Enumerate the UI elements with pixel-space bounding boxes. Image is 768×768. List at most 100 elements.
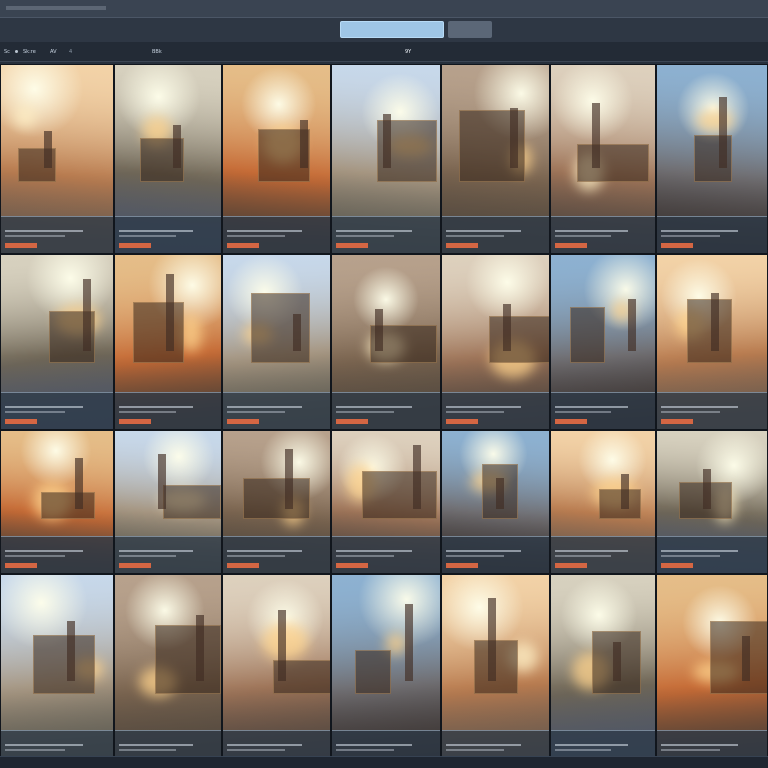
- caption-line: [119, 550, 194, 552]
- tile-caption-panel: [332, 536, 440, 573]
- filter-chip-3[interactable]: AV: [50, 48, 66, 56]
- tile-caption-panel: [1, 536, 113, 573]
- caption-line: [336, 749, 395, 751]
- gallery-tile[interactable]: [222, 64, 331, 254]
- gallery-tile[interactable]: [441, 574, 550, 768]
- tile-tag[interactable]: [446, 563, 478, 568]
- tile-tag[interactable]: [119, 243, 151, 248]
- tile-tag[interactable]: [227, 563, 259, 568]
- gallery-tile[interactable]: [550, 574, 656, 768]
- gallery-tile[interactable]: [656, 430, 768, 574]
- tower-silhouette: [277, 609, 286, 681]
- tile-tag[interactable]: [119, 563, 151, 568]
- tile-caption-panel: [332, 216, 440, 253]
- tile-tag[interactable]: [227, 419, 259, 424]
- tile-caption: [555, 541, 651, 547]
- tile-tag[interactable]: [5, 419, 37, 424]
- tile-tag[interactable]: [661, 243, 693, 248]
- caption-line: [555, 411, 612, 413]
- caption-line: [5, 550, 84, 552]
- gallery-tile[interactable]: [114, 254, 222, 430]
- tower-silhouette: [43, 130, 52, 169]
- filter-chip-4[interactable]: 4: [69, 48, 109, 56]
- tile-caption-panel: [551, 392, 655, 429]
- filter-chip-7[interactable]: 9Y: [405, 48, 417, 56]
- gallery-tile[interactable]: [114, 430, 222, 574]
- gallery-tile[interactable]: [656, 574, 768, 768]
- tile-tag[interactable]: [661, 419, 693, 424]
- tile-tag[interactable]: [336, 243, 368, 248]
- tile-tag[interactable]: [5, 563, 37, 568]
- gallery-tile[interactable]: [550, 430, 656, 574]
- gallery-tile[interactable]: [0, 254, 114, 430]
- gallery-tile[interactable]: [331, 574, 441, 768]
- gallery-tile[interactable]: [656, 64, 768, 254]
- tile-caption-panel: [442, 536, 549, 573]
- gallery-tile[interactable]: [441, 254, 550, 430]
- search-input[interactable]: [340, 21, 444, 38]
- caption-line: [446, 749, 504, 751]
- gallery-tile[interactable]: [441, 64, 550, 254]
- tile-caption-panel: [115, 536, 221, 573]
- tower-silhouette: [382, 113, 391, 169]
- caption-line: [446, 235, 504, 237]
- caption-line: [661, 411, 721, 413]
- filter-chip-5[interactable]: BBk: [152, 48, 234, 56]
- filter-dot-icon: [15, 50, 18, 53]
- gallery-tile[interactable]: [0, 574, 114, 768]
- gallery-tile[interactable]: [656, 254, 768, 430]
- tile-caption-panel: [657, 216, 767, 253]
- tower-silhouette: [591, 102, 600, 169]
- tile-caption: [227, 397, 326, 403]
- tile-tag[interactable]: [661, 563, 693, 568]
- caption-line: [336, 230, 412, 232]
- tower-silhouette: [375, 308, 384, 351]
- search-button[interactable]: [448, 21, 492, 38]
- caption-line: [227, 744, 302, 746]
- gallery-tile[interactable]: [331, 430, 441, 574]
- tile-caption: [661, 735, 763, 741]
- tile-tag[interactable]: [555, 243, 587, 248]
- tower-silhouette: [173, 125, 182, 169]
- tower-silhouette: [82, 279, 91, 351]
- status-bar: [0, 756, 768, 768]
- caption-line: [336, 555, 395, 557]
- tower-silhouette: [300, 119, 309, 169]
- gallery-tile[interactable]: [222, 430, 331, 574]
- tower-silhouette: [718, 96, 727, 169]
- gallery-tile[interactable]: [550, 254, 656, 430]
- filter-chip-6[interactable]: [337, 48, 373, 56]
- gallery-tile[interactable]: [222, 574, 331, 768]
- tile-caption-panel: [551, 216, 655, 253]
- tile-tag[interactable]: [5, 243, 37, 248]
- tile-tag[interactable]: [336, 419, 368, 424]
- tile-tag[interactable]: [555, 563, 587, 568]
- caption-line: [661, 230, 738, 232]
- gallery-tile[interactable]: [114, 64, 222, 254]
- tile-tag[interactable]: [555, 419, 587, 424]
- gallery-tile[interactable]: [0, 64, 114, 254]
- toolbar: [0, 18, 768, 42]
- gallery-tile[interactable]: [550, 64, 656, 254]
- light-bloom-icon: [695, 110, 734, 133]
- caption-line: [227, 550, 302, 552]
- gallery-tile[interactable]: [114, 574, 222, 768]
- tower-silhouette: [158, 453, 167, 510]
- caption-line: [336, 406, 412, 408]
- caption-line: [661, 749, 721, 751]
- building-silhouette: [155, 624, 221, 695]
- gallery-tile[interactable]: [331, 64, 441, 254]
- tile-tag[interactable]: [446, 243, 478, 248]
- gallery-tile[interactable]: [441, 430, 550, 574]
- tile-tag[interactable]: [336, 563, 368, 568]
- filter-chip-2[interactable]: Sk:re: [23, 48, 43, 56]
- gallery-tile[interactable]: [222, 254, 331, 430]
- tile-tag[interactable]: [227, 243, 259, 248]
- caption-line: [446, 744, 521, 746]
- tile-tag[interactable]: [119, 419, 151, 424]
- caption-line: [336, 550, 412, 552]
- gallery-tile[interactable]: [331, 254, 441, 430]
- gallery-tile[interactable]: [0, 430, 114, 574]
- tile-caption: [227, 541, 326, 547]
- tile-tag[interactable]: [446, 419, 478, 424]
